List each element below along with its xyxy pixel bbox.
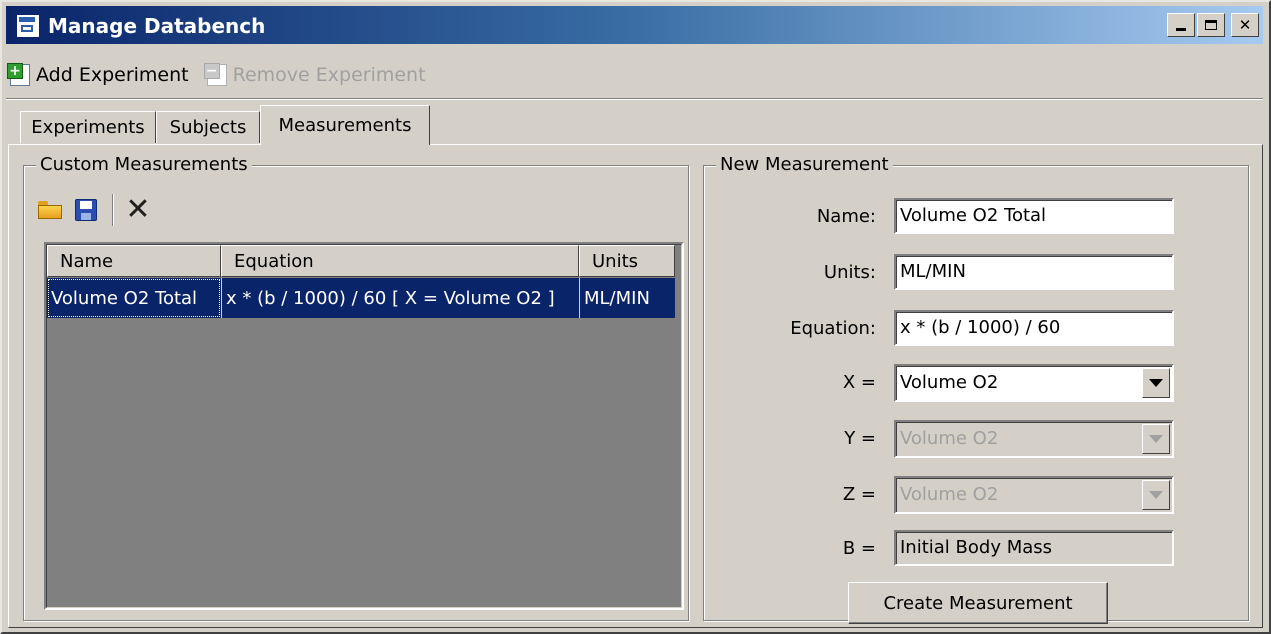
toolbar: + Add Experiment − Remove Experiment bbox=[7, 57, 426, 93]
minimize-button[interactable] bbox=[1167, 13, 1195, 37]
title-bar[interactable]: Manage Databench ✕ bbox=[6, 6, 1263, 44]
chevron-down-icon bbox=[1149, 379, 1163, 387]
column-header-units[interactable]: Units bbox=[579, 245, 675, 277]
manage-databench-window: Manage Databench ✕ + Add Experiment − Re… bbox=[0, 0, 1271, 634]
window-title: Manage Databench bbox=[48, 14, 266, 38]
list-body: Name Equation Units Volume O2 Total x * … bbox=[46, 244, 682, 608]
add-document-icon: + bbox=[7, 63, 30, 86]
chevron-down-icon bbox=[1149, 435, 1163, 443]
remove-experiment-label: Remove Experiment bbox=[232, 64, 426, 86]
measurements-panel: Custom Measurements ✕ Name Equation Unit… bbox=[8, 144, 1263, 628]
z-dropdown-button[interactable] bbox=[1142, 480, 1170, 510]
y-select[interactable]: Volume O2 bbox=[894, 420, 1174, 458]
delete-button[interactable]: ✕ bbox=[124, 192, 152, 227]
name-label: Name: bbox=[816, 206, 876, 227]
maximize-button[interactable] bbox=[1197, 13, 1225, 37]
remove-experiment-button[interactable]: − Remove Experiment bbox=[203, 63, 426, 86]
remove-document-icon: − bbox=[203, 63, 227, 86]
tab-measurements[interactable]: Measurements bbox=[260, 105, 430, 145]
x-label: X = bbox=[842, 372, 876, 393]
table-row[interactable]: Volume O2 Total x * (b / 1000) / 60 [ X … bbox=[47, 278, 675, 318]
units-label: Units: bbox=[823, 262, 876, 283]
x-select[interactable]: Volume O2 bbox=[894, 364, 1174, 402]
open-button[interactable] bbox=[36, 196, 64, 224]
toolbar-separator bbox=[112, 194, 114, 226]
app-icon bbox=[16, 14, 40, 38]
units-field[interactable]: ML/MIN bbox=[894, 254, 1174, 290]
toolbar-divider bbox=[6, 98, 1263, 100]
y-dropdown-button[interactable] bbox=[1142, 424, 1170, 454]
z-select-value: Volume O2 bbox=[900, 484, 999, 505]
row-units: ML/MIN bbox=[579, 278, 675, 318]
equation-field[interactable]: x * (b / 1000) / 60 bbox=[894, 310, 1174, 346]
x-dropdown-button[interactable] bbox=[1142, 368, 1170, 398]
b-field: Initial Body Mass bbox=[894, 530, 1174, 566]
b-label: B = bbox=[842, 538, 876, 559]
row-name: Volume O2 Total bbox=[47, 278, 221, 318]
column-header-name[interactable]: Name bbox=[47, 245, 221, 277]
y-label: Y = bbox=[844, 428, 876, 449]
custom-measurements-legend: Custom Measurements bbox=[36, 154, 252, 176]
row-equation: x * (b / 1000) / 60 [ X = Volume O2 ] bbox=[221, 278, 579, 318]
z-select[interactable]: Volume O2 bbox=[894, 476, 1174, 514]
create-measurement-button[interactable]: Create Measurement bbox=[848, 582, 1108, 624]
folder-open-icon bbox=[38, 201, 62, 219]
save-disk-icon bbox=[75, 199, 97, 221]
list-header: Name Equation Units bbox=[47, 245, 675, 277]
name-field[interactable]: Volume O2 Total bbox=[894, 198, 1174, 234]
add-experiment-label: Add Experiment bbox=[36, 64, 189, 86]
y-select-value: Volume O2 bbox=[900, 428, 999, 449]
measurements-list[interactable]: Name Equation Units Volume O2 Total x * … bbox=[44, 242, 684, 610]
tab-subjects[interactable]: Subjects bbox=[156, 111, 260, 143]
save-button[interactable] bbox=[72, 196, 100, 224]
column-header-equation[interactable]: Equation bbox=[221, 245, 579, 277]
maximize-icon bbox=[1205, 20, 1217, 30]
tab-experiments[interactable]: Experiments bbox=[20, 111, 156, 143]
window-controls: ✕ bbox=[1167, 13, 1259, 37]
add-experiment-button[interactable]: + Add Experiment bbox=[7, 63, 189, 86]
custom-measurements-group: Custom Measurements ✕ Name Equation Unit… bbox=[23, 154, 689, 621]
chevron-down-icon bbox=[1149, 491, 1163, 499]
close-button[interactable]: ✕ bbox=[1231, 13, 1259, 37]
new-measurement-group: New Measurement Name: Volume O2 Total Un… bbox=[703, 154, 1249, 624]
delete-x-icon: ✕ bbox=[125, 192, 151, 227]
z-label: Z = bbox=[842, 484, 876, 505]
new-measurement-legend: New Measurement bbox=[716, 154, 893, 176]
x-select-value: Volume O2 bbox=[900, 372, 999, 393]
close-icon: ✕ bbox=[1238, 16, 1252, 34]
minimize-icon bbox=[1176, 28, 1186, 31]
equation-label: Equation: bbox=[790, 318, 876, 339]
